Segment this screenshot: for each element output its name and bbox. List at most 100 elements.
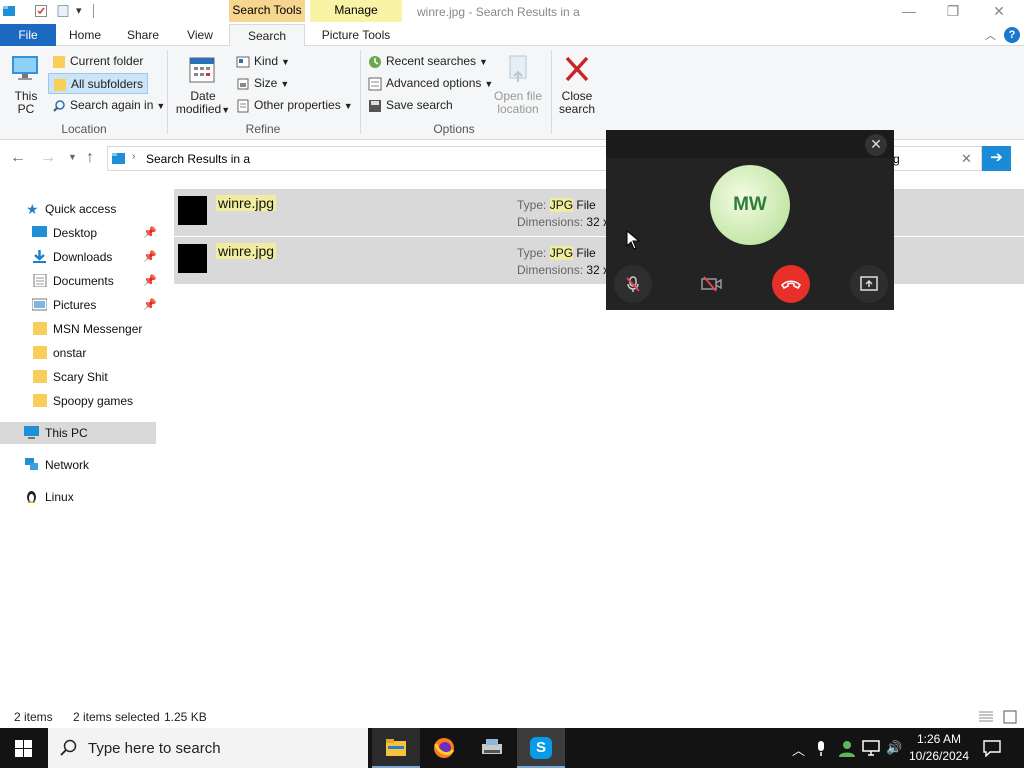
dropdown-arrow-icon: ▼ [479,57,488,67]
customize-quick-access-icon[interactable]: ▾ [76,4,82,17]
call-close-button[interactable]: ✕ [865,134,887,156]
all-subfolders-label: All subfolders [71,77,144,91]
nav-item-msn-messenger[interactable]: MSN Messenger [0,318,156,340]
taskbar-search-box[interactable]: Type here to search [48,728,368,768]
result-row[interactable]: winre.jpg Type: JPG File Dimensions: 32 … [174,189,1024,236]
this-pc-label-2: PC [17,102,35,116]
close-window-button[interactable]: ✕ [976,0,1022,24]
nav-item-documents[interactable]: Documents 📌 [0,270,157,292]
nav-item-label: onstar [53,346,87,360]
nav-item-desktop[interactable]: Desktop 📌 [0,222,157,244]
open-file-location-icon[interactable] [504,54,532,86]
this-pc-button[interactable]: This PC [8,90,44,116]
taskbar-skype[interactable]: S [517,728,565,768]
folder-icon [53,55,65,68]
nav-this-pc-label: This PC [45,426,88,440]
file-thumbnail [178,196,207,225]
mute-button[interactable] [614,265,652,303]
file-dimensions: Dimensions: 32 x [517,215,609,229]
date-modified-button[interactable]: Date modified▼ [172,90,234,117]
open-file-location-button[interactable]: Open file location [490,90,546,116]
dropdown-arrow-icon: ▼ [156,101,166,111]
nav-item-onstar[interactable]: onstar [0,342,156,364]
nav-this-pc[interactable]: This PC [0,422,156,444]
volume-icon[interactable]: 🔊 [886,740,902,756]
search-go-button[interactable]: ➔ [982,146,1011,171]
result-row[interactable]: winre.jpg Type: JPG File Dimensions: 32 … [174,237,1024,284]
up-button[interactable]: ↑ [86,149,94,167]
search-icon [60,739,77,756]
search-again-in-button[interactable]: Search again in ▼ [52,95,165,115]
other-properties-button[interactable]: Other properties ▼ [236,95,353,115]
clear-search-icon[interactable]: ✕ [961,151,972,167]
address-path[interactable]: Search Results in a [146,152,250,166]
tab-view[interactable]: View [175,24,225,46]
documents-icon [33,274,47,287]
nav-item-downloads[interactable]: Downloads 📌 [0,246,157,268]
share-screen-button[interactable] [850,265,888,303]
nav-item-spoopy-games[interactable]: Spoopy games [0,390,156,412]
nav-linux[interactable]: Linux [0,486,156,508]
microphone-icon[interactable] [816,740,826,757]
users-tray-icon[interactable] [838,740,856,757]
utility-app-icon [482,739,502,754]
nav-network[interactable]: Network [0,454,156,476]
calendar-icon[interactable] [188,54,216,84]
new-folder-icon[interactable] [56,4,70,18]
restore-button[interactable]: ❐ [930,0,976,24]
group-label-refine: Refine [245,122,281,136]
minimize-button[interactable]: — [886,0,932,24]
recent-locations-icon[interactable]: ▼ [68,152,77,162]
recent-searches-label: Recent searches [386,54,477,68]
size-button[interactable]: Size ▼ [236,73,289,93]
desktop-icon [32,226,47,237]
search-input[interactable]: g [893,152,900,166]
network-tray-icon[interactable] [862,740,880,756]
taskbar-file-explorer[interactable] [372,728,420,768]
file-explorer-icon [386,739,406,756]
close-search-icon[interactable] [563,54,591,84]
taskbar: Type here to search S ︿ 🔊 1:26 AM 10/26/… [0,728,1024,768]
details-view-icon[interactable] [978,710,994,724]
advanced-options-button[interactable]: Advanced options ▼ [368,73,493,93]
window-title: winre.jpg - Search Results in a [417,5,580,19]
tab-search[interactable]: Search [229,24,305,47]
this-pc-icon[interactable] [10,54,42,84]
close-search-button[interactable]: Close search [556,90,598,116]
clock-date[interactable]: 10/26/2024 [906,749,972,763]
all-subfolders-button[interactable]: All subfolders [48,73,149,94]
camera-button[interactable] [693,265,731,303]
tab-picture-tools[interactable]: Picture Tools [310,24,402,46]
kind-button[interactable]: Kind ▼ [236,51,290,71]
hang-up-button[interactable] [772,265,810,303]
taskbar-utility-app[interactable] [468,728,516,768]
title-divider [93,4,94,18]
current-folder-button[interactable]: Current folder [52,51,143,71]
tab-file[interactable]: File [0,24,56,46]
address-bar[interactable]: › Search Results in a [107,146,627,171]
recent-searches-button[interactable]: Recent searches ▼ [368,51,488,71]
taskbar-firefox[interactable] [420,728,468,768]
clock-time[interactable]: 1:26 AM [906,732,972,746]
notification-center-icon[interactable] [983,740,1001,757]
back-button[interactable]: ← [10,149,26,167]
tab-home[interactable]: Home [60,24,110,46]
nav-item-pictures[interactable]: Pictures 📌 [0,294,157,316]
nav-network-label: Network [45,458,90,472]
forward-button[interactable]: → [40,149,56,167]
help-icon[interactable]: ? [1004,27,1020,43]
tab-share[interactable]: Share [118,24,168,46]
advanced-options-icon [368,77,382,91]
file-type-value: File [576,246,596,260]
properties-icon[interactable] [34,4,48,18]
show-hidden-icons[interactable]: ︿ [792,740,805,759]
collapse-ribbon-icon[interactable]: ︿ [985,27,996,43]
save-search-button[interactable]: Save search [368,95,453,115]
nav-quick-access[interactable]: ★ Quick access [0,198,156,220]
nav-item-scary-shit[interactable]: Scary Shit [0,366,156,388]
large-icons-view-icon[interactable] [1002,709,1018,725]
status-item-count: 2 items [14,710,53,724]
windows-start-icon[interactable] [15,740,32,757]
nav-item-label: Documents [53,274,114,288]
file-type-label: Type: [517,198,547,212]
